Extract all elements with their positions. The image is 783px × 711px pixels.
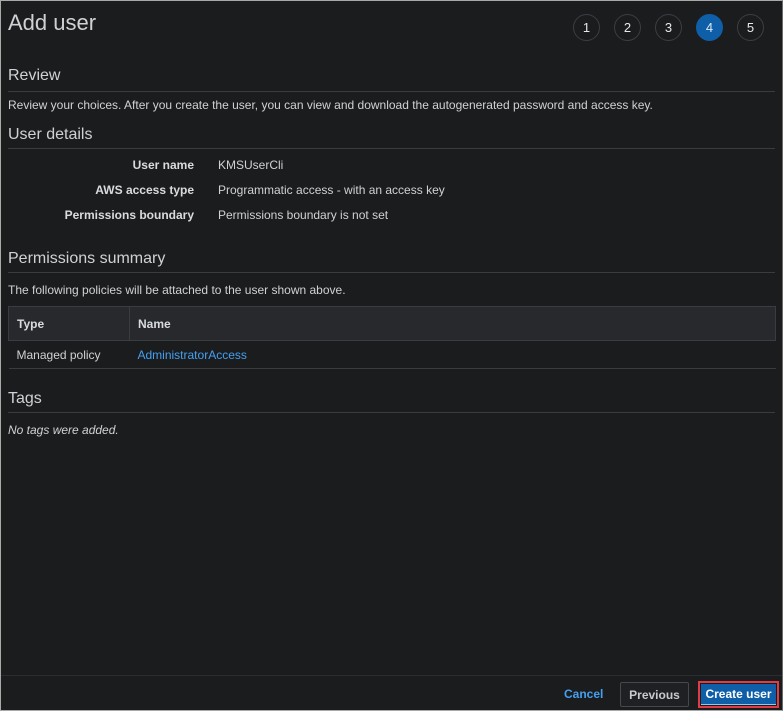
column-header-type: Type: [8, 306, 130, 341]
previous-button[interactable]: Previous: [620, 682, 689, 707]
permissions-table: Type Name Managed policy AdministratorAc…: [8, 306, 776, 369]
wizard-steps: 1 2 3 4 5: [573, 14, 764, 41]
cancel-button[interactable]: Cancel: [564, 687, 603, 701]
policy-name-cell: AdministratorAccess: [129, 340, 776, 369]
step-2[interactable]: 2: [614, 14, 641, 41]
user-name-value: KMSUserCli: [218, 158, 284, 172]
column-header-name: Name: [129, 306, 776, 341]
user-name-label: User name: [132, 158, 194, 172]
step-4-current[interactable]: 4: [696, 14, 723, 41]
permissions-boundary-label: Permissions boundary: [64, 208, 194, 222]
table-header-row: Type Name: [8, 306, 776, 341]
table-row: Managed policy AdministratorAccess: [8, 340, 776, 369]
divider: [8, 272, 775, 273]
review-heading: Review: [8, 67, 61, 84]
divider: [8, 148, 775, 149]
footer-divider: [1, 675, 782, 676]
permissions-description: The following policies will be attached …: [8, 283, 346, 297]
create-user-button[interactable]: Create user: [701, 684, 776, 705]
page-title: Add user: [8, 10, 97, 35]
access-type-value: Programmatic access - with an access key: [218, 183, 445, 197]
administrator-access-link[interactable]: AdministratorAccess: [138, 348, 247, 362]
permissions-summary-heading: Permissions summary: [8, 250, 166, 267]
divider: [8, 91, 775, 92]
permissions-boundary-value: Permissions boundary is not set: [218, 208, 389, 222]
no-tags-message: No tags were added.: [8, 423, 119, 437]
review-description: Review your choices. After you create th…: [8, 98, 653, 112]
access-type-label: AWS access type: [95, 183, 194, 197]
step-3[interactable]: 3: [655, 14, 682, 41]
create-user-highlight: Create user: [698, 681, 779, 708]
user-details-heading: User details: [8, 126, 93, 143]
divider: [8, 412, 775, 413]
step-1[interactable]: 1: [573, 14, 600, 41]
tags-heading: Tags: [8, 390, 42, 407]
policy-type-cell: Managed policy: [8, 340, 130, 369]
step-5: 5: [737, 14, 764, 41]
add-user-wizard: Add user 1 2 3 4 5 Review Review your ch…: [0, 0, 783, 711]
